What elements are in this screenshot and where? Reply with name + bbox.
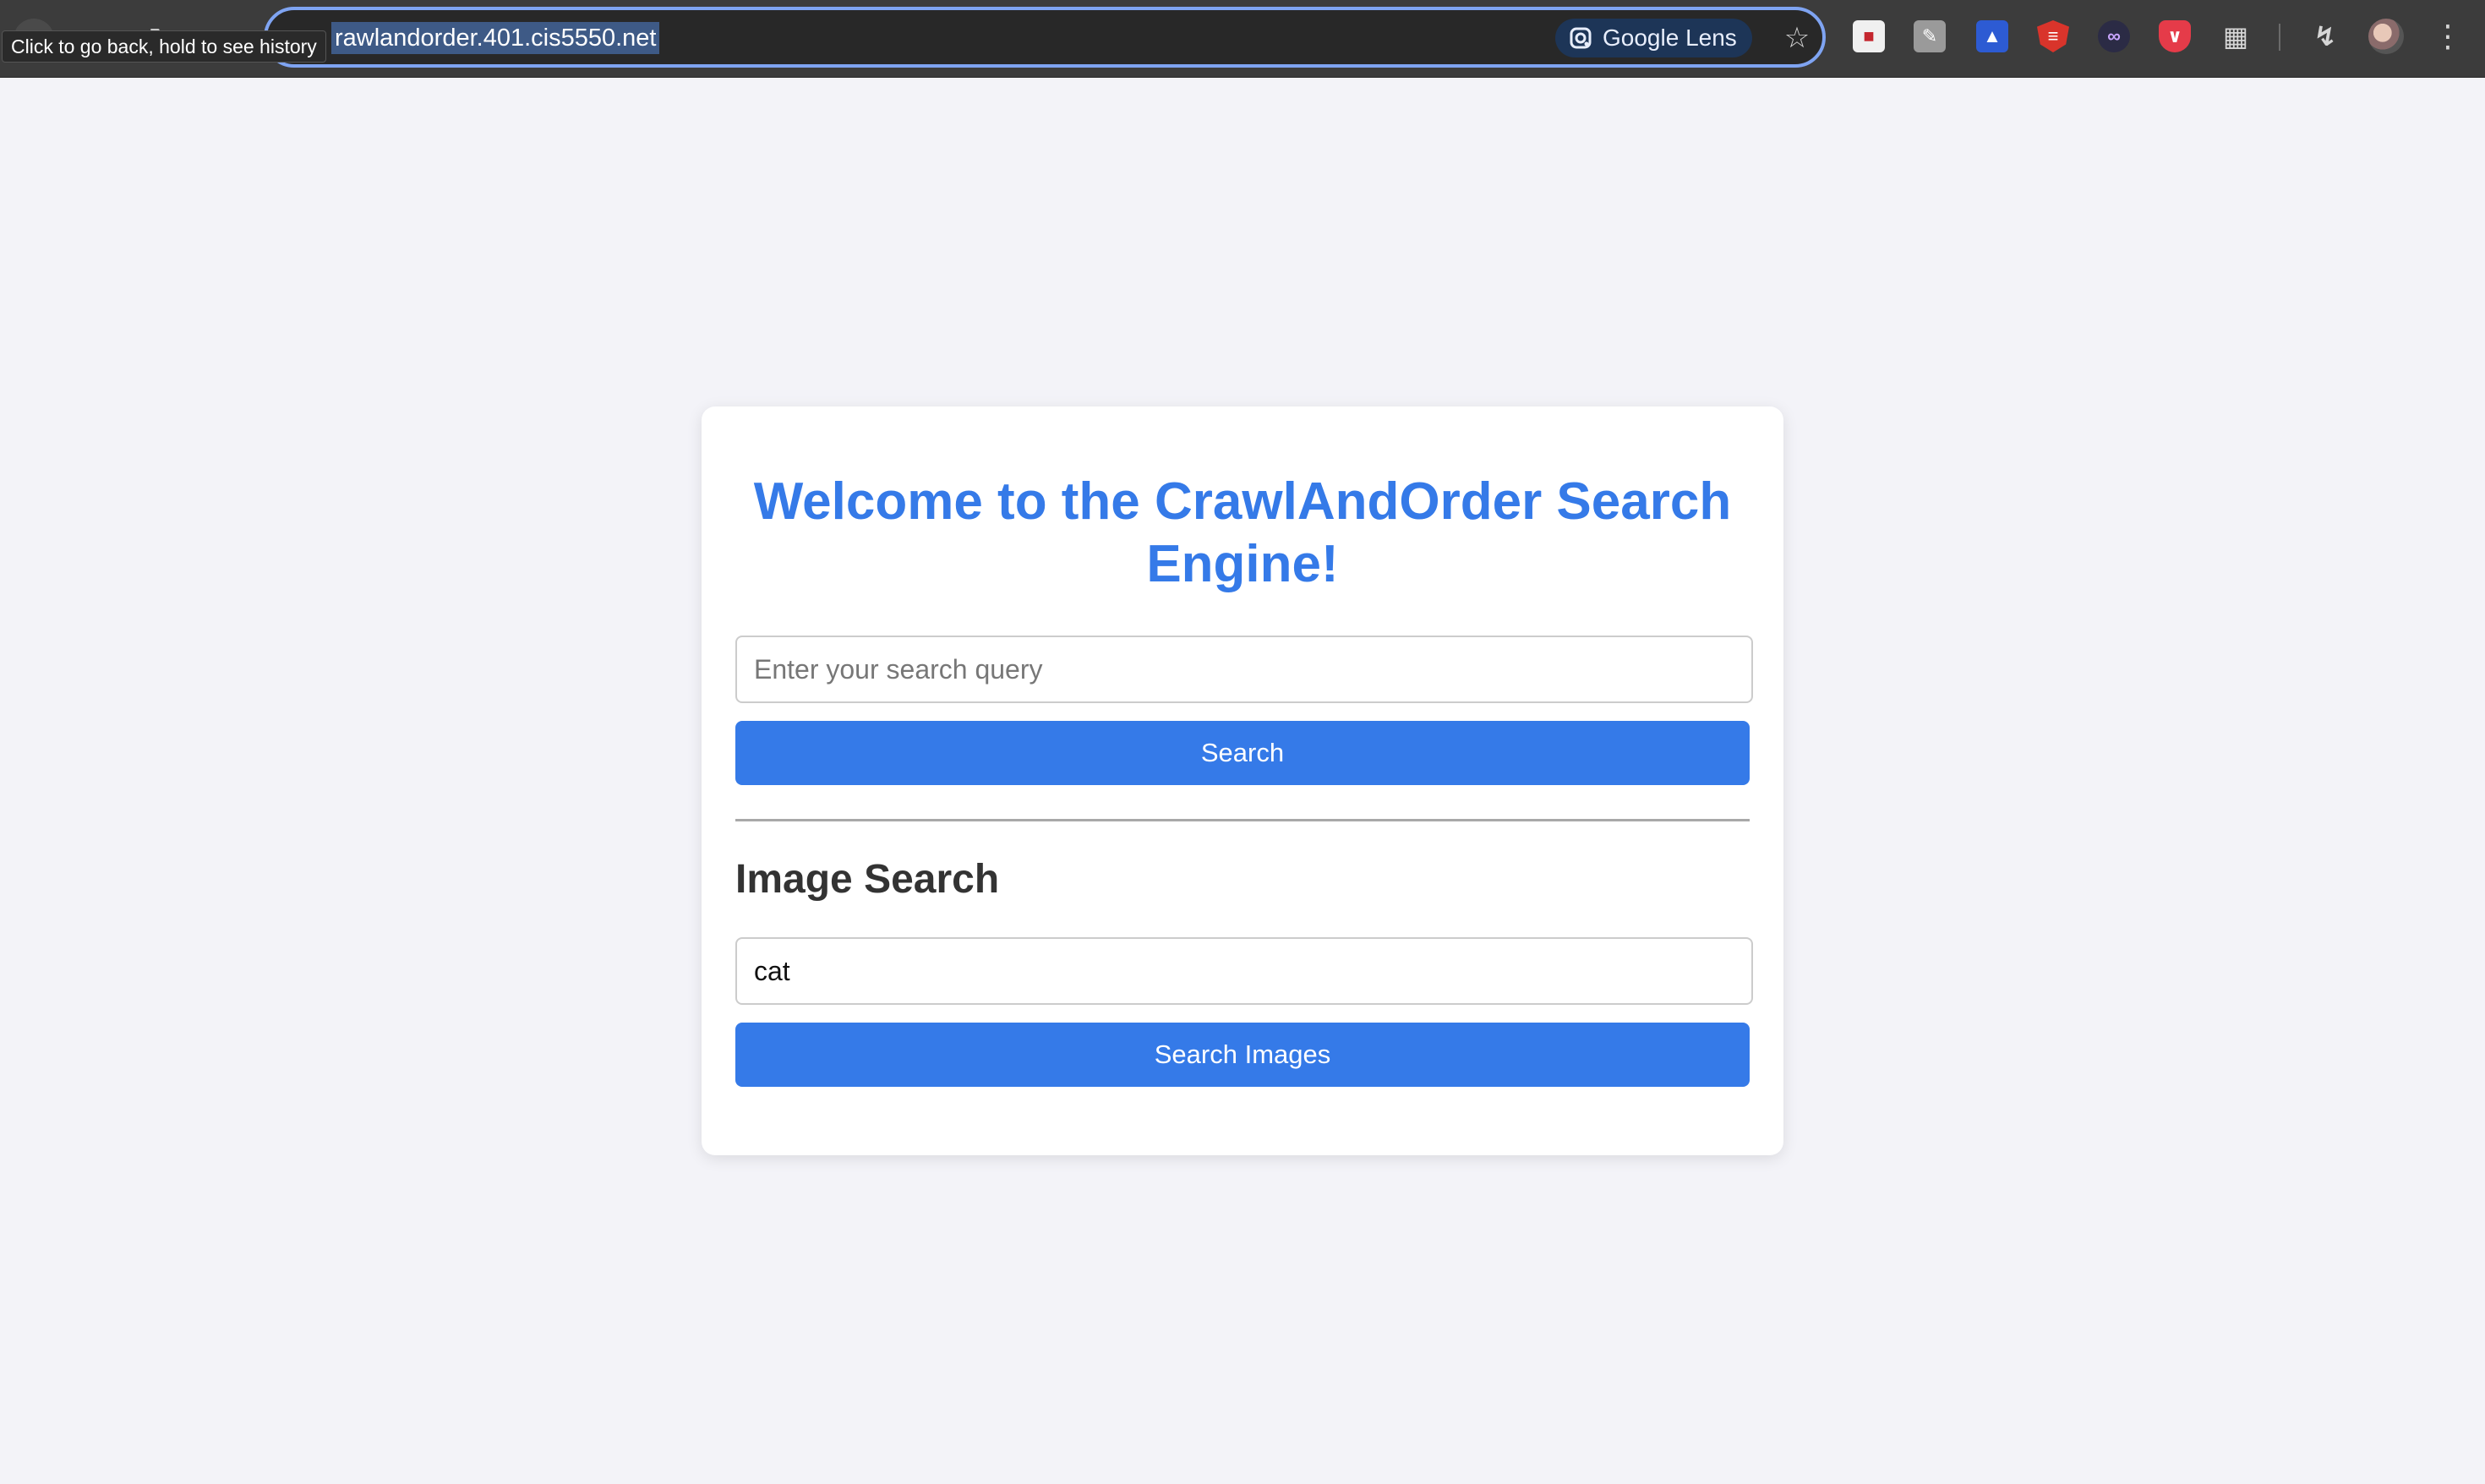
- bookmark-star-icon[interactable]: ☆: [1778, 19, 1816, 57]
- extension-red-shield-icon[interactable]: ≡: [2037, 20, 2069, 52]
- extension-wine-icon[interactable]: ■: [1853, 20, 1885, 52]
- extension-pencil-icon[interactable]: ✎: [1914, 20, 1946, 52]
- section-divider: [735, 819, 1750, 821]
- profile-avatar[interactable]: [2368, 19, 2404, 54]
- image-search-heading: Image Search: [735, 857, 1000, 902]
- extension-glasses-icon[interactable]: ∞: [2098, 20, 2130, 52]
- google-lens-button[interactable]: Google Lens: [1555, 19, 1752, 57]
- extension-pocket-icon[interactable]: ∨: [2159, 20, 2191, 52]
- image-search-input[interactable]: [735, 937, 1753, 1005]
- url-text[interactable]: rawlandorder.401.cis5550.net: [331, 22, 660, 54]
- search-card: Welcome to the CrawlAndOrder Search Engi…: [702, 406, 1783, 1155]
- browser-toolbar: ← → ↻ ⌂ Click to go back, hold to see hi…: [0, 0, 2485, 78]
- google-lens-label: Google Lens: [1603, 25, 1737, 51]
- lens-icon: [1570, 27, 1592, 49]
- extensions-puzzle-icon[interactable]: ▦: [2220, 20, 2252, 52]
- page-title: Welcome to the CrawlAndOrder Search Engi…: [753, 472, 1732, 593]
- kebab-menu-icon[interactable]: ⋮: [2431, 19, 2465, 54]
- back-button-tooltip: Click to go back, hold to see history: [2, 30, 326, 63]
- performance-icon[interactable]: ↯: [2309, 20, 2341, 52]
- search-input[interactable]: [735, 636, 1753, 703]
- search-button[interactable]: Search: [735, 721, 1750, 785]
- extension-shield-icon[interactable]: ▲: [1976, 20, 2008, 52]
- address-bar[interactable]: ☰ rawlandorder.401.cis5550.net Google Le…: [264, 7, 1826, 68]
- toolbar-divider: [2279, 24, 2280, 51]
- search-images-button[interactable]: Search Images: [735, 1023, 1750, 1087]
